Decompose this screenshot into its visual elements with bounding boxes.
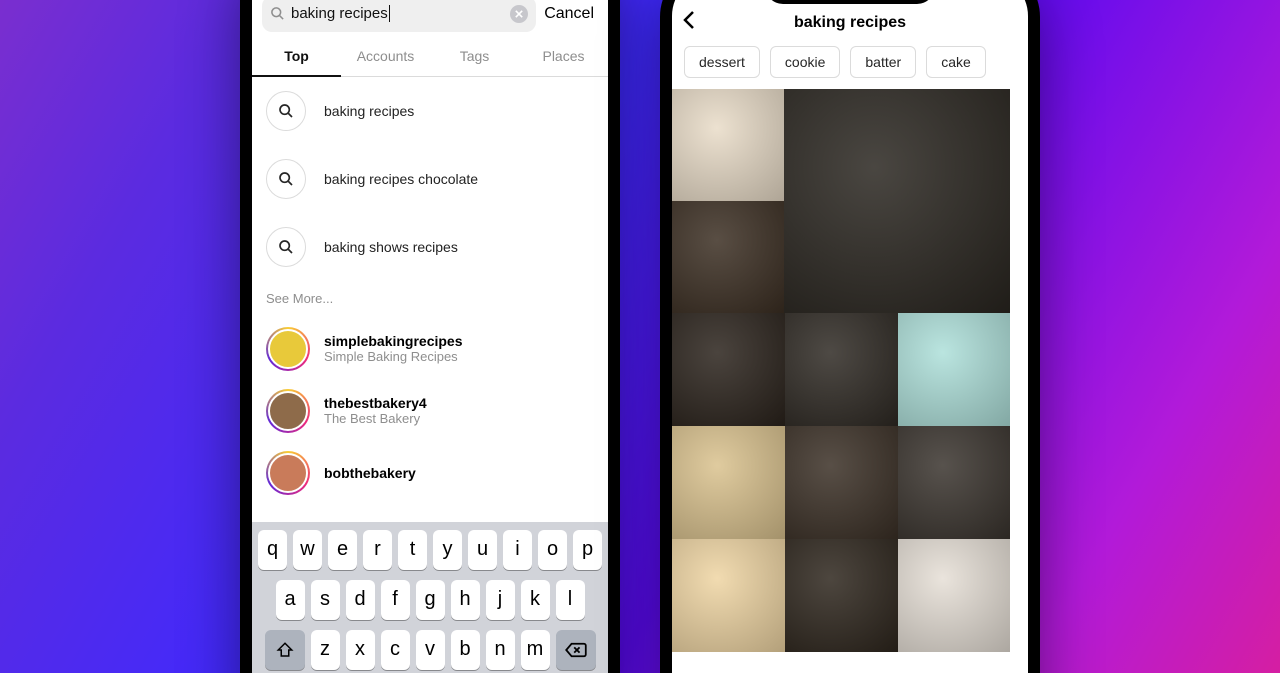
tab-accounts[interactable]: Accounts bbox=[341, 38, 430, 76]
suggestion-item[interactable]: baking recipes bbox=[252, 77, 608, 145]
key-j[interactable]: j bbox=[486, 580, 515, 620]
phone-right: baking recipes dessert cookie batter cak… bbox=[660, 0, 1040, 673]
key-a[interactable]: a bbox=[276, 580, 305, 620]
grid-tile[interactable] bbox=[784, 89, 1010, 313]
grid-tile[interactable] bbox=[672, 89, 784, 201]
grid-tile[interactable] bbox=[898, 426, 1010, 539]
account-item[interactable]: simplebakingrecipes Simple Baking Recipe… bbox=[252, 318, 608, 380]
key-r[interactable]: r bbox=[363, 530, 392, 570]
account-display: Simple Baking Recipes bbox=[324, 349, 463, 364]
tab-places[interactable]: Places bbox=[519, 38, 608, 76]
key-b[interactable]: b bbox=[451, 630, 480, 670]
chip-dessert[interactable]: dessert bbox=[684, 46, 760, 78]
search-value: baking recipes bbox=[291, 5, 388, 22]
key-v[interactable]: v bbox=[416, 630, 445, 670]
key-c[interactable]: c bbox=[381, 630, 410, 670]
chip-cake[interactable]: cake bbox=[926, 46, 986, 78]
key-q[interactable]: q bbox=[258, 530, 287, 570]
account-item[interactable]: thebestbakery4 The Best Bakery bbox=[252, 380, 608, 442]
tabs: Top Accounts Tags Places bbox=[252, 38, 608, 77]
shift-icon bbox=[276, 641, 294, 659]
back-button[interactable] bbox=[682, 10, 712, 36]
key-i[interactable]: i bbox=[503, 530, 532, 570]
account-display: The Best Bakery bbox=[324, 411, 427, 426]
clear-button[interactable] bbox=[510, 5, 528, 23]
key-t[interactable]: t bbox=[398, 530, 427, 570]
suggestion-label: baking shows recipes bbox=[324, 239, 458, 255]
key-f[interactable]: f bbox=[381, 580, 410, 620]
key-z[interactable]: z bbox=[311, 630, 340, 670]
results-title: baking recipes bbox=[712, 14, 988, 32]
search-icon bbox=[266, 91, 306, 131]
results-header: baking recipes bbox=[672, 8, 1028, 46]
grid-tile[interactable] bbox=[672, 313, 785, 426]
tab-top[interactable]: Top bbox=[252, 38, 341, 76]
key-k[interactable]: k bbox=[521, 580, 550, 620]
grid-tile[interactable] bbox=[672, 201, 784, 313]
key-shift[interactable] bbox=[265, 630, 305, 670]
screen-left: 9:41 baking recipes Cancel Top Accounts … bbox=[252, 0, 608, 673]
key-h[interactable]: h bbox=[451, 580, 480, 620]
search-input[interactable]: baking recipes bbox=[262, 0, 536, 32]
account-item[interactable]: bobthebakery bbox=[252, 442, 608, 504]
chevron-left-icon bbox=[682, 10, 696, 30]
filter-chips: dessert cookie batter cake bbox=[672, 46, 1028, 88]
keyboard: qwertyuiop asdfghjkl zxcvbnm 123 space s… bbox=[252, 522, 608, 673]
search-row: baking recipes Cancel bbox=[252, 0, 608, 38]
suggestion-label: baking recipes chocolate bbox=[324, 171, 478, 187]
key-m[interactable]: m bbox=[521, 630, 550, 670]
grid-tile[interactable] bbox=[898, 313, 1010, 426]
key-g[interactable]: g bbox=[416, 580, 445, 620]
notch bbox=[765, 0, 935, 4]
key-o[interactable]: o bbox=[538, 530, 567, 570]
key-u[interactable]: u bbox=[468, 530, 497, 570]
screen-right: baking recipes dessert cookie batter cak… bbox=[672, 0, 1028, 673]
avatar bbox=[266, 451, 310, 495]
grid-tile[interactable] bbox=[672, 539, 785, 652]
chip-cookie[interactable]: cookie bbox=[770, 46, 840, 78]
key-x[interactable]: x bbox=[346, 630, 375, 670]
backspace-icon bbox=[565, 642, 587, 658]
search-icon bbox=[266, 159, 306, 199]
key-p[interactable]: p bbox=[573, 530, 602, 570]
see-more-link[interactable]: See More... bbox=[252, 281, 608, 318]
key-e[interactable]: e bbox=[328, 530, 357, 570]
avatar bbox=[266, 389, 310, 433]
key-s[interactable]: s bbox=[311, 580, 340, 620]
suggestion-item[interactable]: baking recipes chocolate bbox=[252, 145, 608, 213]
cancel-button[interactable]: Cancel bbox=[544, 5, 598, 23]
grid-tile[interactable] bbox=[785, 313, 898, 426]
chip-batter[interactable]: batter bbox=[850, 46, 916, 78]
suggestion-item[interactable]: baking shows recipes bbox=[252, 213, 608, 281]
key-backspace[interactable] bbox=[556, 630, 596, 670]
key-n[interactable]: n bbox=[486, 630, 515, 670]
key-w[interactable]: w bbox=[293, 530, 322, 570]
search-icon bbox=[270, 6, 285, 21]
tab-tags[interactable]: Tags bbox=[430, 38, 519, 76]
grid-tile[interactable] bbox=[785, 426, 898, 539]
results-grid[interactable] bbox=[672, 89, 1028, 673]
key-y[interactable]: y bbox=[433, 530, 462, 570]
account-username: thebestbakery4 bbox=[324, 395, 427, 411]
grid-tile[interactable] bbox=[898, 539, 1010, 652]
close-icon bbox=[515, 10, 523, 18]
account-username: bobthebakery bbox=[324, 465, 416, 481]
account-username: simplebakingrecipes bbox=[324, 333, 463, 349]
avatar bbox=[266, 327, 310, 371]
phone-left: 9:41 baking recipes Cancel Top Accounts … bbox=[240, 0, 620, 673]
suggestion-label: baking recipes bbox=[324, 103, 414, 119]
grid-tile[interactable] bbox=[785, 539, 898, 652]
grid-tile[interactable] bbox=[672, 426, 785, 539]
text-cursor bbox=[389, 5, 390, 22]
accounts: simplebakingrecipes Simple Baking Recipe… bbox=[252, 318, 608, 504]
key-l[interactable]: l bbox=[556, 580, 585, 620]
search-icon bbox=[266, 227, 306, 267]
suggestions: baking recipes baking recipes chocolate … bbox=[252, 77, 608, 318]
key-d[interactable]: d bbox=[346, 580, 375, 620]
